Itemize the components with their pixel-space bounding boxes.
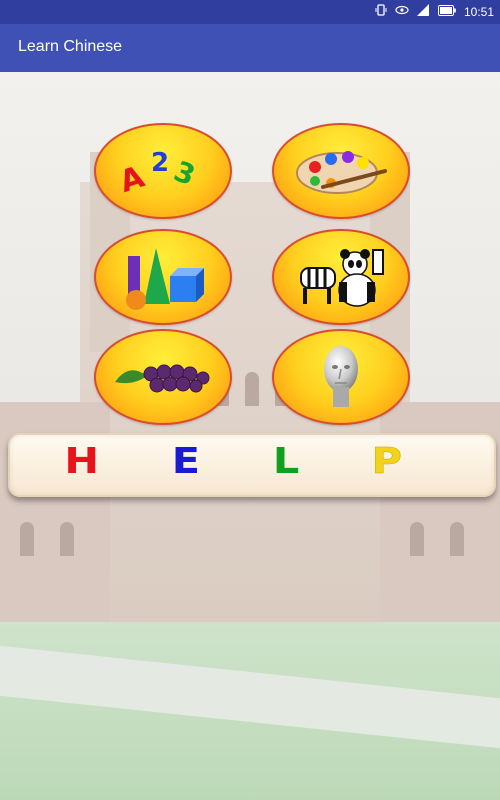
shapes-button[interactable]: [94, 229, 232, 325]
status-icons: 10:51: [375, 4, 494, 19]
signal-icon: [416, 4, 430, 19]
vibrate-icon: [375, 4, 387, 19]
animals-button[interactable]: [272, 229, 410, 325]
help-button[interactable]: H E L P: [8, 433, 496, 497]
app-bar: Learn Chinese: [0, 24, 500, 72]
help-letter-p: P: [372, 441, 440, 483]
palette-icon: [296, 151, 387, 194]
status-bar: 10:51: [0, 0, 500, 24]
main-content: A 2 3 H E L P: [0, 72, 500, 800]
fruits-button[interactable]: [94, 329, 232, 425]
animals-icon: [300, 249, 384, 307]
help-letter-l: L: [272, 441, 337, 482]
numbers-icon: A 2 3: [116, 148, 200, 200]
grapes-icon: [115, 364, 210, 393]
body-button[interactable]: [272, 329, 410, 425]
svg-text:A: A: [116, 159, 150, 200]
help-label: H E L P: [10, 441, 494, 483]
help-letter-h: H: [64, 441, 136, 482]
svg-text:2: 2: [151, 148, 169, 178]
battery-icon: [437, 4, 456, 19]
shapes-icon: [126, 248, 204, 310]
head-icon: [324, 346, 358, 407]
svg-text:3: 3: [169, 154, 199, 192]
numbers-button[interactable]: A 2 3: [94, 123, 232, 219]
eye-comfort-icon: [395, 4, 409, 19]
status-time: 10:51: [463, 4, 494, 19]
colors-button[interactable]: [272, 123, 410, 219]
help-letter-e: E: [171, 441, 237, 482]
app-title: Learn Chinese: [18, 38, 123, 55]
